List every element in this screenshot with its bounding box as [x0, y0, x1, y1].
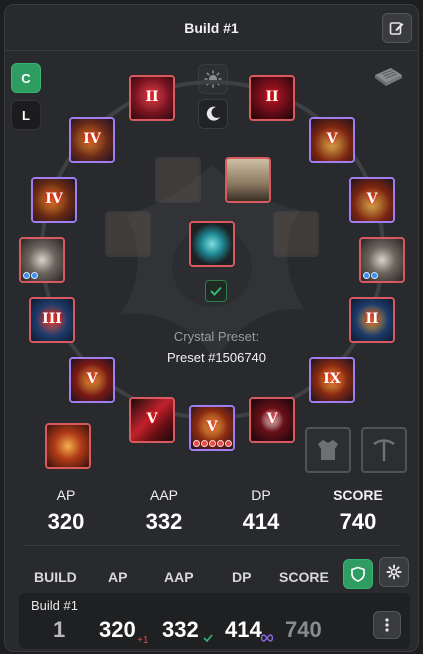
build-header: Build #1	[5, 5, 418, 51]
ghost-slot	[155, 157, 201, 203]
gear-icon	[386, 564, 402, 580]
slot-earring-left[interactable]: IV	[31, 177, 77, 223]
pickaxe-icon	[373, 439, 395, 461]
crystal-preset-label: Crystal Preset:	[173, 329, 260, 344]
mode-l-button[interactable]: L	[11, 100, 41, 130]
socket-dots	[363, 272, 378, 279]
edit-icon	[389, 22, 404, 35]
infinity-icon	[260, 634, 274, 642]
stat-aap: AAP 332	[145, 487, 183, 534]
ghost-slot	[273, 211, 319, 257]
slot-off-hand[interactable]: V	[189, 405, 235, 451]
shield-icon	[351, 566, 365, 582]
slot-belt-right[interactable]	[359, 237, 405, 283]
stat-score: SCORE 740	[333, 487, 383, 534]
row-ap-delta: +1	[137, 635, 149, 646]
mode-c-button[interactable]: C	[11, 63, 41, 93]
check-icon	[210, 286, 222, 296]
col-ap[interactable]: AP	[108, 569, 127, 585]
stat-ap: AP 320	[47, 487, 85, 534]
paper-button[interactable]	[370, 63, 406, 91]
slot-alchemy-stone[interactable]	[45, 423, 91, 469]
edit-build-button[interactable]	[382, 13, 412, 43]
slot-necklace[interactable]: IV	[69, 117, 115, 163]
row-ap: 320	[99, 617, 136, 642]
row-menu-button[interactable]	[373, 611, 401, 639]
slot-ring-right[interactable]: V	[349, 177, 395, 223]
slot-belt-left[interactable]	[19, 237, 65, 283]
socket-dots	[193, 440, 232, 447]
settings-button[interactable]	[379, 557, 409, 587]
armor-icon	[318, 440, 338, 460]
tool-slot[interactable]	[361, 427, 407, 473]
crystal-preset-name[interactable]: Preset #1506740	[5, 350, 418, 365]
col-build[interactable]: BUILD	[34, 569, 77, 585]
row-build-name: Build #1	[31, 598, 78, 613]
row-build-number: 1	[53, 617, 66, 642]
slot-crystal[interactable]	[189, 221, 235, 267]
col-dp[interactable]: DP	[232, 569, 251, 585]
row-aap: 332	[162, 617, 199, 642]
build-panel: Build #1 C L II II IV V IV V III II V IX…	[4, 4, 419, 652]
slot-artifact[interactable]: V	[249, 397, 295, 443]
row-dp: 414	[225, 617, 262, 642]
slot-chest[interactable]: II	[249, 75, 295, 121]
ghost-slot	[105, 211, 151, 257]
armor-slot[interactable]	[305, 427, 351, 473]
slot-helmet[interactable]: II	[129, 75, 175, 121]
build-row[interactable]: Build #1 1 320 +1 332 414 740	[19, 593, 410, 649]
col-aap[interactable]: AAP	[164, 569, 194, 585]
divider	[23, 545, 400, 546]
stat-dp: DP 414	[242, 487, 280, 534]
shield-button[interactable]	[343, 559, 373, 589]
build-title: Build #1	[184, 20, 239, 36]
kebab-menu-icon	[385, 618, 389, 632]
col-score[interactable]: SCORE	[279, 569, 329, 585]
slot-awakening[interactable]: V	[129, 397, 175, 443]
slot-box[interactable]	[225, 157, 271, 203]
row-score: 740	[285, 617, 322, 642]
socket-dots	[23, 272, 38, 279]
paper-icon	[375, 68, 402, 86]
check-icon	[203, 634, 213, 643]
preset-check[interactable]	[205, 280, 227, 302]
slot-ring-right-top[interactable]: V	[309, 117, 355, 163]
